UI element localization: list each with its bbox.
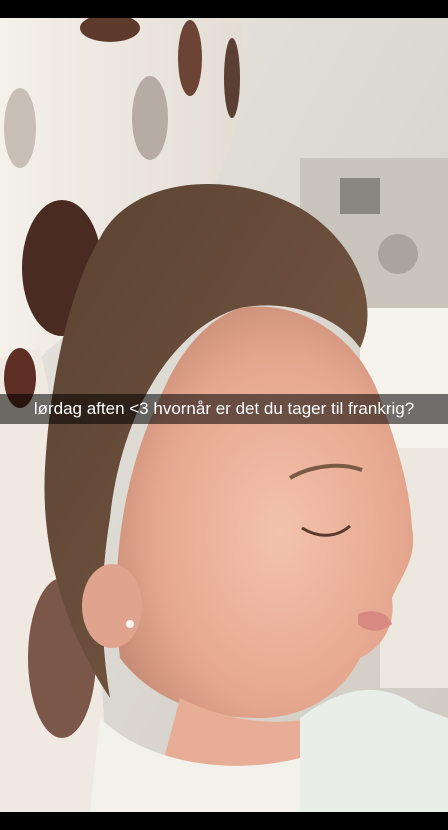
snap-frame: lørdag aften <3 hvornår er det du tager … bbox=[0, 0, 448, 830]
caption-text: lørdag aften <3 hvornår er det du tager … bbox=[33, 399, 415, 418]
pillow-dot bbox=[178, 20, 202, 96]
caption-bar: lørdag aften <3 hvornår er det du tager … bbox=[0, 394, 448, 424]
ceiling-panel bbox=[340, 178, 380, 214]
earring bbox=[126, 620, 134, 628]
pillow-dot bbox=[224, 38, 240, 118]
pillow-dot bbox=[132, 76, 168, 160]
ear bbox=[82, 564, 142, 648]
pillow-dot bbox=[4, 88, 36, 168]
ceiling-lamp bbox=[378, 234, 418, 274]
